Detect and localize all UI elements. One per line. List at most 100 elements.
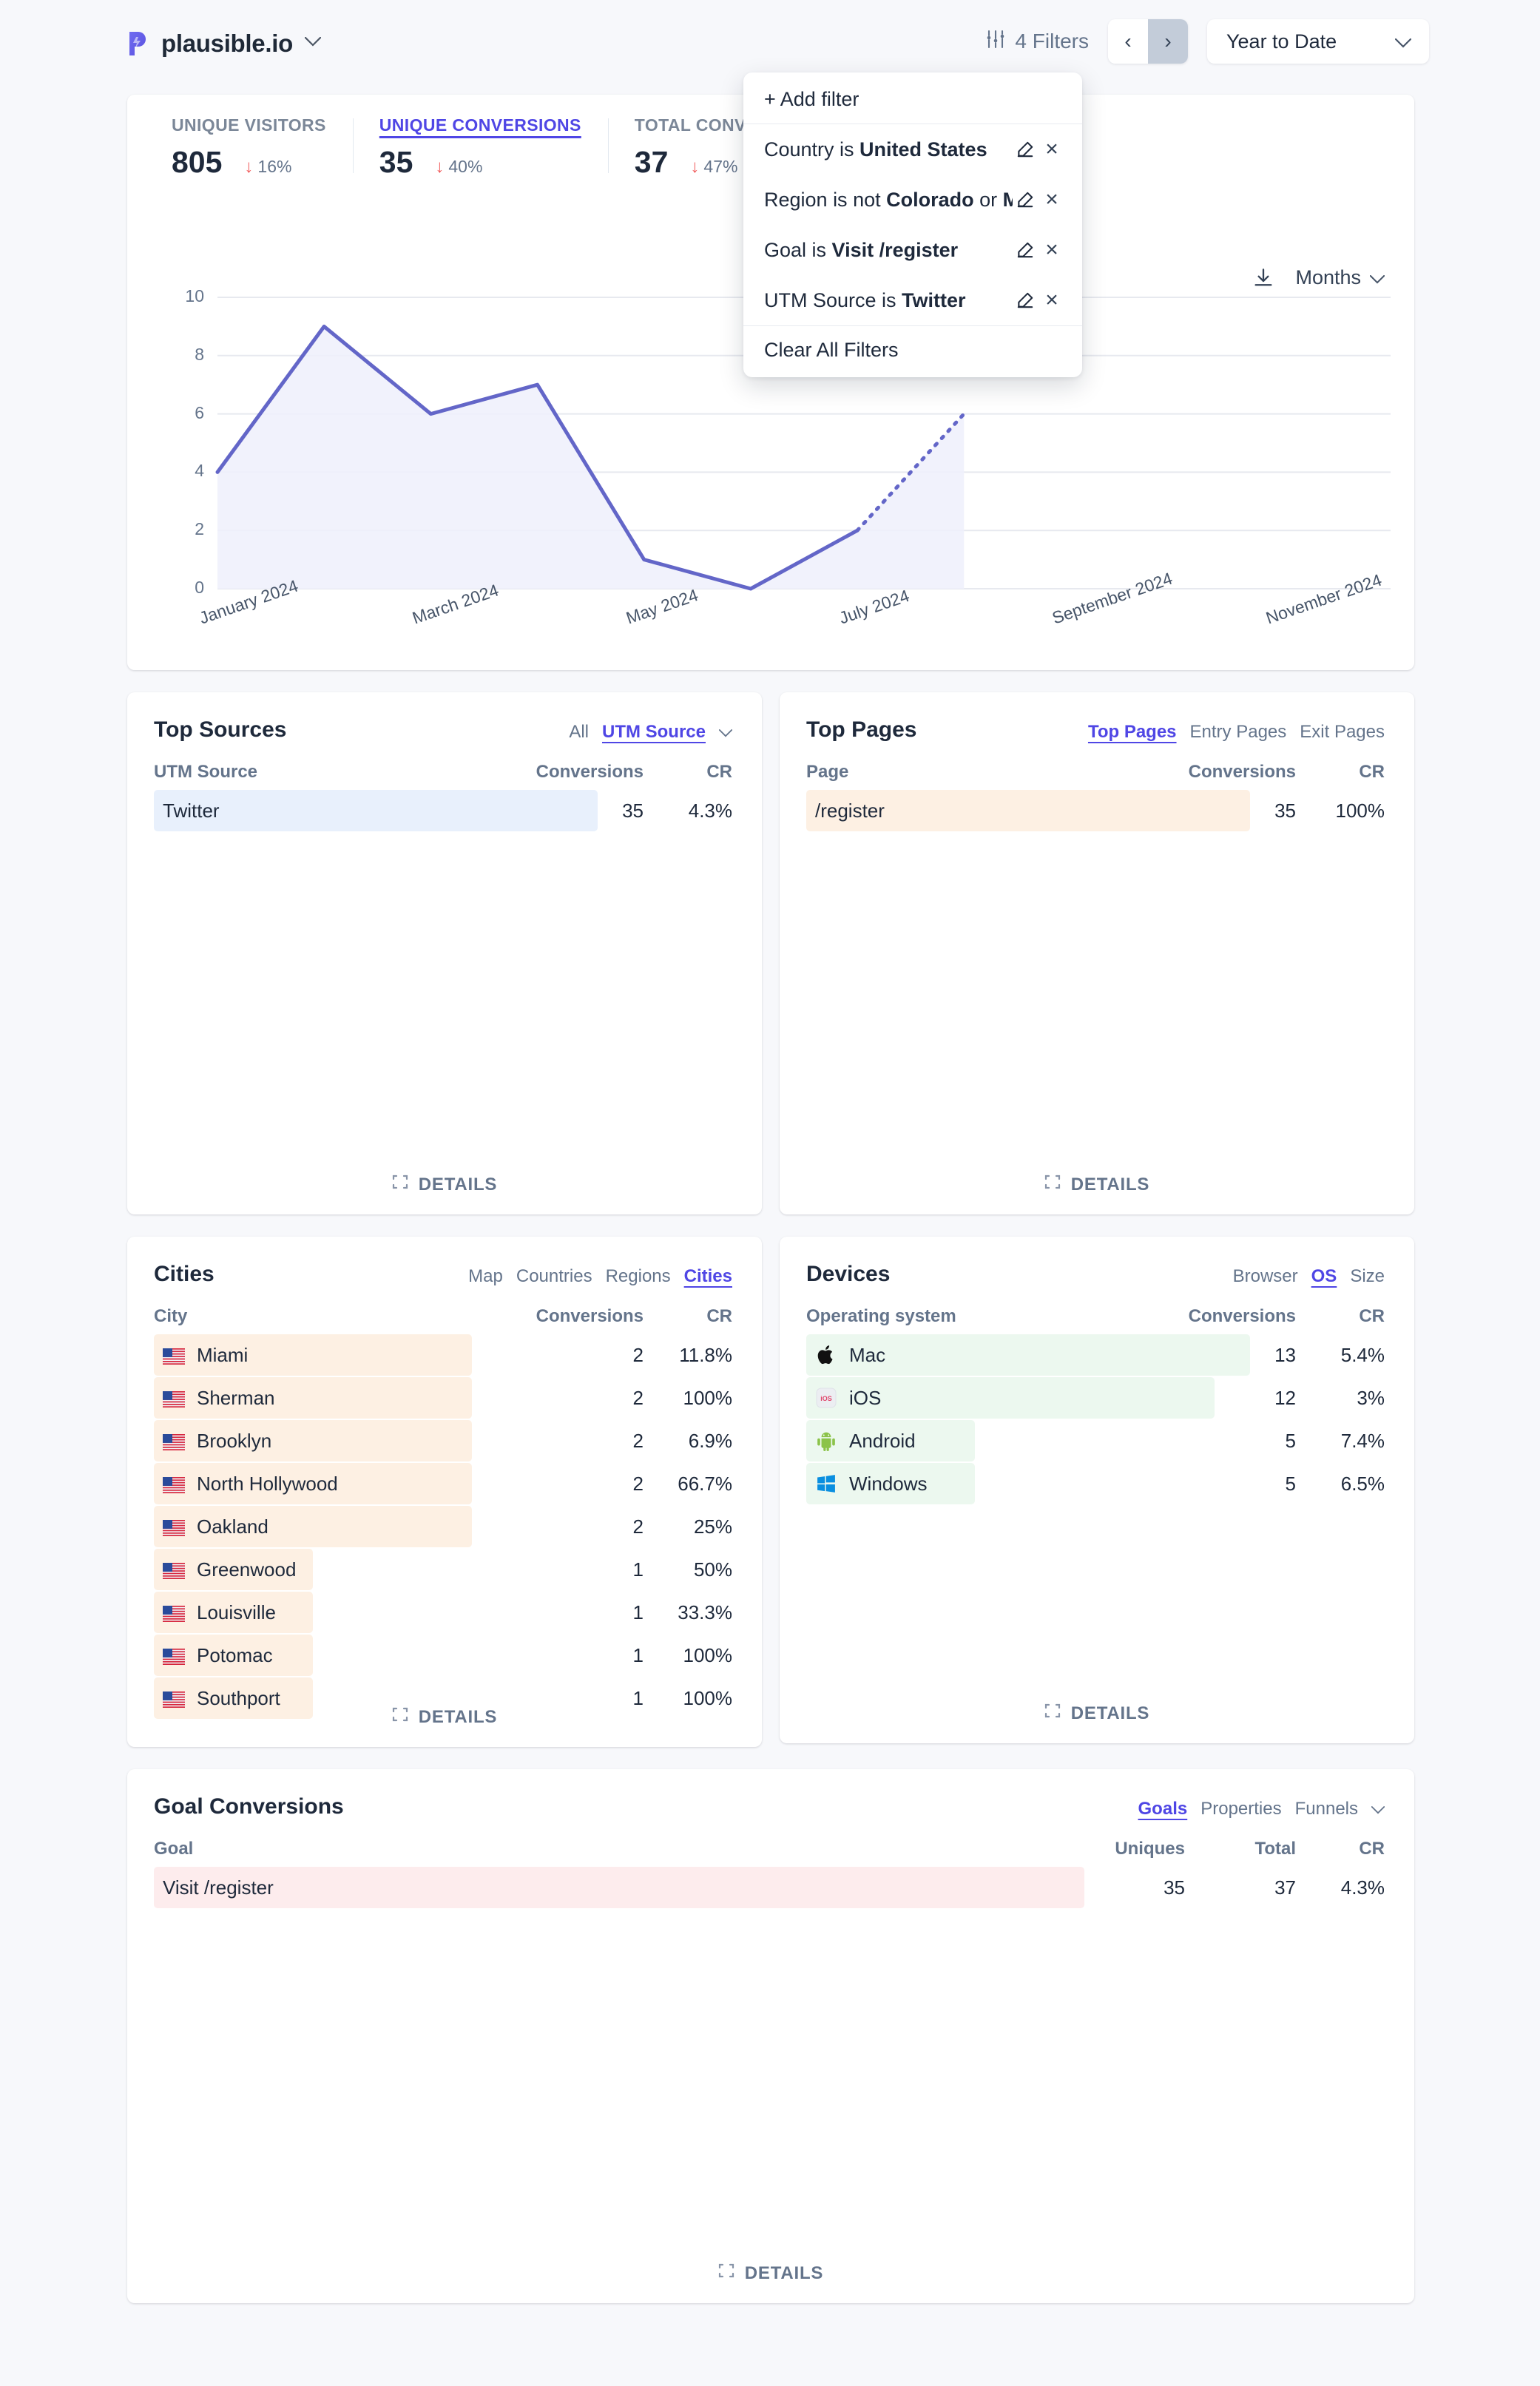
top-pages-tabs: Top Pages Entry Pages Exit Pages [1088,717,1385,743]
site-name: plausible.io [161,30,293,57]
table-row[interactable]: Sherman 2 100% [154,1377,732,1419]
tab-os[interactable]: OS [1311,1266,1337,1287]
tab-regions[interactable]: Regions [606,1266,671,1287]
us-flag-icon [163,1690,185,1708]
table-row[interactable]: Twitter 35 4.3% [154,790,732,831]
row-name: Mac [849,1343,886,1366]
chevron-down-icon[interactable] [1371,1799,1385,1819]
y-tick-label: 0 [195,578,204,597]
details-button[interactable]: DETAILS [127,1706,762,1728]
tab-utm-source[interactable]: UTM Source [602,722,706,743]
panel-title: Goal Conversions [154,1794,344,1819]
tab-countries[interactable]: Countries [516,1266,592,1287]
tab-goals[interactable]: Goals [1138,1799,1188,1819]
arrow-down-icon: ↓ [244,157,254,177]
metric-unique-visitors[interactable]: Unique Visitors 805 ↓ 16% [145,115,353,182]
tab-size[interactable]: Size [1350,1266,1385,1287]
download-icon[interactable] [1252,267,1274,289]
remove-filter-icon[interactable]: × [1038,137,1066,162]
remove-filter-icon[interactable]: × [1038,237,1066,263]
expand-icon [718,2262,734,2284]
y-tick-label: 6 [195,402,204,422]
edit-filter-icon[interactable] [1013,291,1038,310]
tab-browser[interactable]: Browser [1233,1266,1298,1287]
filter-row[interactable]: UTM Source is Twitter × [743,275,1082,325]
tab-exit-pages[interactable]: Exit Pages [1300,722,1385,743]
table-row[interactable]: Visit /register 35 37 4.3% [154,1867,1385,1908]
graph-tools: Months [1252,266,1385,289]
filter-row[interactable]: Region is not Colorado or Min... × [743,175,1082,225]
metric-unique-conversions[interactable]: Unique Conversions 35 ↓ 40% [352,115,608,182]
row-conversions: 2 [632,1429,644,1452]
row-label: Android [806,1430,1170,1453]
table-row[interactable]: Mac 13 5.4% [806,1334,1385,1376]
table-row[interactable]: Brooklyn 2 6.9% [154,1420,732,1461]
column-conversions: Conversions [536,762,644,782]
devices-rows: Mac 13 5.4% iOS iOS 12 3% Android 5 7.4% Windows 5 6… [780,1327,1414,1504]
table-row[interactable]: iOS iOS 12 3% [806,1377,1385,1419]
interval-select[interactable]: Months [1295,266,1385,289]
details-button[interactable]: DETAILS [127,2262,1414,2284]
details-button[interactable]: DETAILS [127,1174,762,1195]
filter-prefix: UTM Source is [764,288,902,311]
top-pages-columns: Page Conversions CR [780,743,1414,783]
chevron-down-icon[interactable] [304,36,322,50]
filter-row[interactable]: Country is United States × [743,124,1082,175]
row-cr: 11.8% [679,1343,732,1366]
tab-top-pages[interactable]: Top Pages [1088,722,1177,743]
remove-filter-icon[interactable]: × [1038,187,1066,212]
clear-all-filters-button[interactable]: Clear All Filters [743,326,1082,374]
edit-filter-icon[interactable] [1013,240,1038,260]
row-name: Oakland [197,1515,269,1538]
arrow-down-icon: ↓ [690,157,700,177]
tab-all[interactable]: All [569,722,589,743]
details-button[interactable]: DETAILS [780,1703,1414,1724]
us-flag-icon [163,1347,185,1365]
chevron-down-icon [1369,266,1385,289]
top-sources-rows: Twitter 35 4.3% [127,783,762,831]
details-button[interactable]: DETAILS [780,1174,1414,1195]
row-label: Sherman [154,1387,518,1410]
date-range-select[interactable]: Year to Date [1207,19,1429,64]
edit-filter-icon[interactable] [1013,140,1038,159]
table-row[interactable]: Android 5 7.4% [806,1420,1385,1461]
table-row[interactable]: Louisville 1 33.3% [154,1592,732,1633]
row-name: Visit /register [163,1876,274,1899]
devices-tabs: Browser OS Size [1233,1262,1385,1287]
table-row[interactable]: Oakland 2 25% [154,1506,732,1547]
tab-funnels[interactable]: Funnels [1295,1799,1358,1819]
table-row[interactable]: Greenwood 1 50% [154,1549,732,1590]
next-period-button[interactable]: › [1148,19,1188,64]
column-name: UTM Source [154,762,258,782]
table-row[interactable]: North Hollywood 2 66.7% [154,1463,732,1504]
plausible-logo-icon [127,30,149,57]
column-cr: CR [1359,762,1385,782]
row-label: Visit /register [154,1876,1074,1899]
chevron-down-icon[interactable] [718,722,733,743]
row-cr: 5.4% [1340,1343,1385,1366]
edit-filter-icon[interactable] [1013,190,1038,209]
tab-map[interactable]: Map [468,1266,503,1287]
table-row[interactable]: Miami 2 11.8% [154,1334,732,1376]
table-row[interactable]: Potomac 1 100% [154,1635,732,1676]
row-name: Potomac [197,1643,273,1666]
row-name: Louisville [197,1601,276,1623]
top-pages-rows: /register 35 100% [780,783,1414,831]
svg-text:iOS: iOS [820,1395,832,1402]
goals-rows: Visit /register 35 37 4.3% [127,1859,1414,1908]
filter-suffix: or [973,188,1003,211]
filter-row[interactable]: Goal is Visit /register × [743,225,1082,275]
add-filter-button[interactable]: + Add filter [743,75,1082,124]
tab-entry-pages[interactable]: Entry Pages [1190,722,1287,743]
row-label: Potomac [154,1644,518,1667]
table-row[interactable]: Windows 5 6.5% [806,1463,1385,1504]
column-name: City [154,1306,188,1326]
row-name: Twitter [163,799,220,822]
filters-button[interactable]: 4 Filters [985,30,1089,54]
remove-filter-icon[interactable]: × [1038,288,1066,313]
site-switcher[interactable]: plausible.io [127,30,322,58]
prev-period-button[interactable]: ‹ [1108,19,1148,64]
tab-cities[interactable]: Cities [684,1266,732,1287]
tab-properties[interactable]: Properties [1200,1799,1281,1819]
table-row[interactable]: /register 35 100% [806,790,1385,831]
